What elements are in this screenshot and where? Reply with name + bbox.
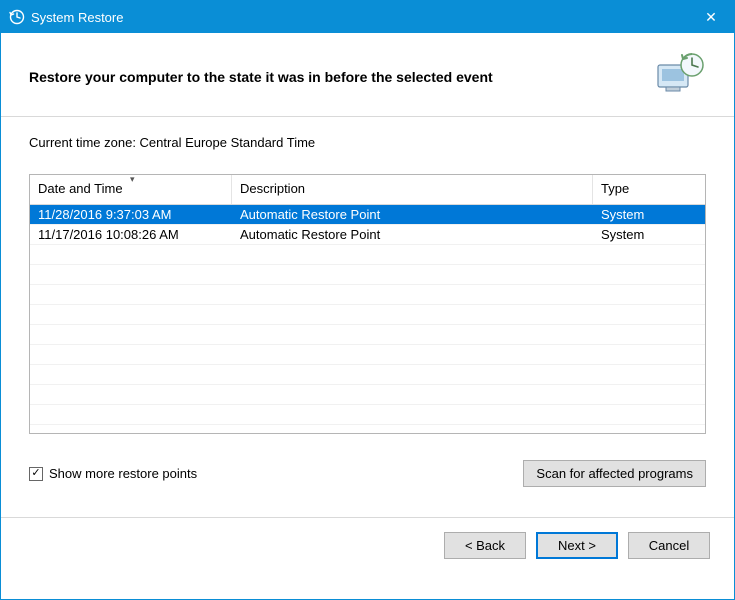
table-row: [30, 405, 705, 425]
timezone-label: Current time zone: Central Europe Standa…: [29, 135, 706, 150]
column-header-date[interactable]: Date and Time ▾: [30, 175, 232, 204]
cell-description: Automatic Restore Point: [232, 207, 593, 222]
table-row: [30, 345, 705, 365]
table-row: [30, 325, 705, 345]
column-header-type[interactable]: Type: [593, 175, 705, 204]
close-button[interactable]: ✕: [688, 1, 734, 33]
table-row[interactable]: 11/28/2016 9:37:03 AMAutomatic Restore P…: [30, 205, 705, 225]
wizard-buttons: < Back Next > Cancel: [1, 518, 734, 575]
restore-illustration-icon: [652, 51, 706, 102]
checkbox-icon: ✓: [29, 467, 43, 481]
table-row[interactable]: 11/17/2016 10:08:26 AMAutomatic Restore …: [30, 225, 705, 245]
table-row: [30, 365, 705, 385]
table-row: [30, 285, 705, 305]
sort-indicator-icon: ▾: [130, 174, 135, 185]
table-row: [30, 265, 705, 285]
cell-date: 11/28/2016 9:37:03 AM: [30, 207, 232, 222]
content-area: Current time zone: Central Europe Standa…: [1, 117, 734, 440]
cell-date: 11/17/2016 10:08:26 AM: [30, 227, 232, 242]
back-button[interactable]: < Back: [444, 532, 526, 559]
show-more-label: Show more restore points: [49, 466, 197, 481]
table-row: [30, 305, 705, 325]
table-header: Date and Time ▾ Description Type: [30, 175, 705, 205]
restore-points-table: Date and Time ▾ Description Type 11/28/2…: [29, 174, 706, 434]
cell-description: Automatic Restore Point: [232, 227, 593, 242]
table-row: [30, 245, 705, 265]
next-button[interactable]: Next >: [536, 532, 618, 559]
close-icon: ✕: [705, 9, 717, 26]
show-more-checkbox[interactable]: ✓ Show more restore points: [29, 466, 523, 481]
column-header-date-label: Date and Time: [38, 181, 123, 196]
options-row: ✓ Show more restore points Scan for affe…: [1, 440, 734, 499]
cell-type: System: [593, 207, 705, 222]
cell-type: System: [593, 227, 705, 242]
header: Restore your computer to the state it wa…: [1, 33, 734, 117]
table-body: 11/28/2016 9:37:03 AMAutomatic Restore P…: [30, 205, 705, 431]
scan-affected-button[interactable]: Scan for affected programs: [523, 460, 706, 487]
window-title: System Restore: [31, 10, 688, 25]
column-header-description[interactable]: Description: [232, 175, 593, 204]
table-row: [30, 385, 705, 405]
titlebar: System Restore ✕: [1, 1, 734, 33]
system-restore-icon: [9, 9, 25, 25]
page-heading: Restore your computer to the state it wa…: [29, 69, 652, 85]
cancel-button[interactable]: Cancel: [628, 532, 710, 559]
